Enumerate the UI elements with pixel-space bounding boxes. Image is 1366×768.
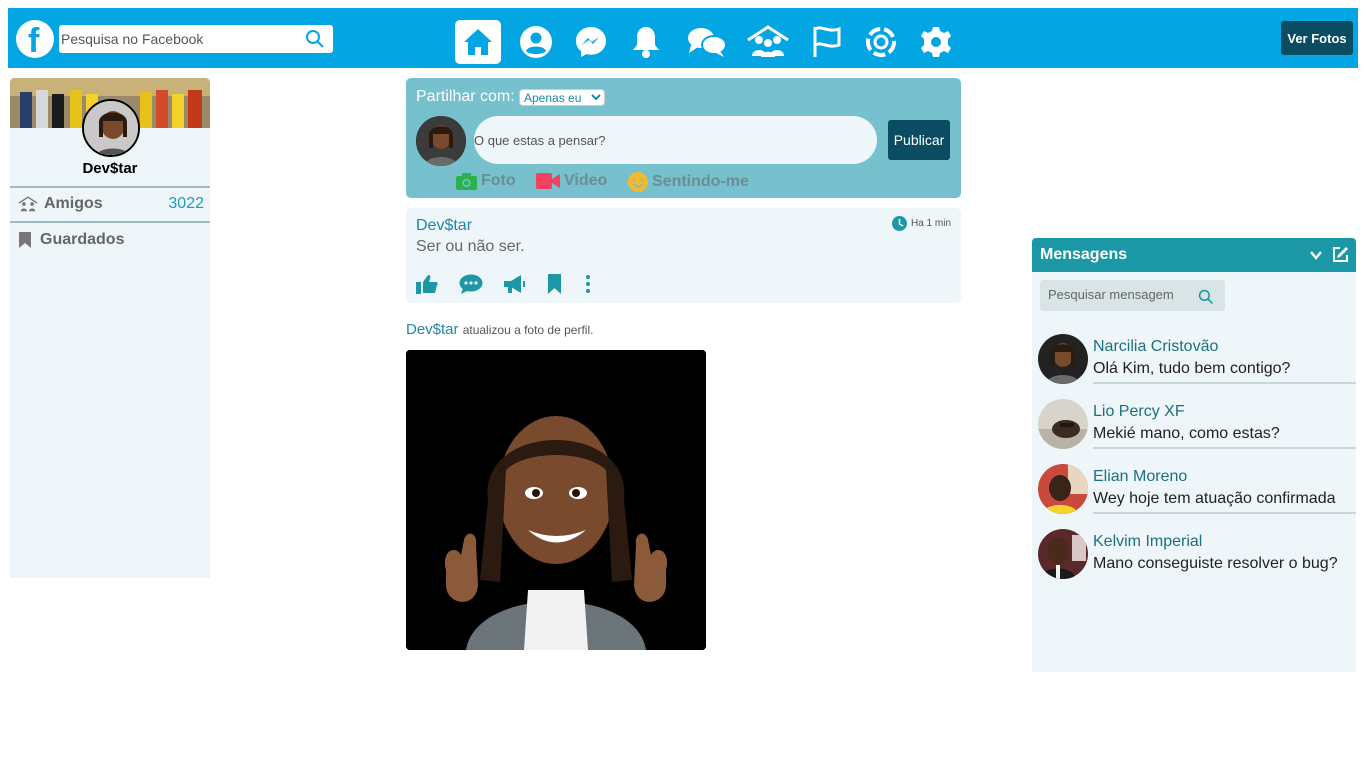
bell-icon[interactable] [623,20,669,64]
flag-icon[interactable] [804,20,850,64]
feeling-label: Sentindo-me [652,173,749,190]
messages-title: Mensagens [1040,246,1128,263]
activity-author[interactable]: Dev$tar [406,321,459,338]
message-preview: Olá Kim, tudo bem contigo? [1093,360,1291,377]
activity-text: atualizou a foto de perfil. [462,323,594,337]
message-divider [1093,382,1356,384]
sidebar-item-guardados[interactable]: Guardados [18,226,208,254]
top-navigation-bar: f Ver [8,8,1358,68]
contact-avatar [1038,464,1088,514]
audience-select[interactable]: Apenas eu [519,89,605,106]
friends-icon[interactable] [745,20,791,64]
facebook-logo-letter: f [28,22,40,60]
photo-label: Foto [481,172,516,189]
share-icon[interactable] [503,274,525,299]
contact-avatar [1038,529,1088,579]
search-input[interactable] [61,28,301,50]
profile-photo-post[interactable] [406,350,706,650]
bookmark-icon[interactable] [547,274,562,299]
home-icon[interactable] [455,20,501,64]
profile-name[interactable]: Dev$tar [10,160,210,177]
contact-name: Kelvim Imperial [1093,533,1203,550]
message-search-box [1040,280,1225,311]
gear-icon[interactable] [913,20,959,64]
facebook-logo[interactable]: f [16,20,54,60]
profile-icon[interactable] [513,20,559,64]
contact-name: Elian Moreno [1093,468,1188,485]
message-search-input[interactable] [1048,287,1193,302]
comment-icon[interactable] [459,274,483,299]
smiley-icon [628,172,652,192]
composer-avatar [416,116,466,166]
like-icon[interactable] [416,274,438,299]
post-author[interactable]: Dev$tar [416,217,472,235]
message-item[interactable]: Lio Percy XF Mekié mano, como estas? [1038,399,1356,459]
message-preview: Mano conseguiste resolver o bug? [1093,555,1338,572]
post-time-text: Ha 1 min [910,218,951,229]
sidebar-divider [10,221,210,223]
feeling-action[interactable]: Sentindo-me [628,172,749,192]
post-text: Ser ou não ser. [416,238,525,255]
bookmark-icon [18,231,32,249]
sidebar-item-label: Guardados [40,231,125,248]
contact-name: Lio Percy XF [1093,403,1185,420]
clock-icon [891,216,911,231]
left-sidebar: Dev$tar Amigos 3022 Guardados [10,78,210,578]
message-preview: Mekié mano, como estas? [1093,425,1280,442]
compose-icon[interactable] [1332,246,1349,263]
search-icon[interactable] [305,29,325,54]
search-icon[interactable] [1198,289,1214,305]
chat-icon[interactable] [684,20,730,64]
contact-avatar [1038,399,1088,449]
message-item[interactable]: Narcilia Cristovão Olá Kim, tudo bem con… [1038,334,1356,394]
sidebar-item-label: Amigos [44,195,103,212]
post-card: Dev$tar Ha 1 min Ser ou não ser. [406,208,961,303]
friends-count: 3022 [168,195,204,212]
message-item[interactable]: Kelvim Imperial Mano conseguiste resolve… [1038,529,1356,589]
messages-panel: Mensagens Narcilia Cristovão Olá Kim, tu… [1032,238,1356,672]
ver-fotos-button[interactable]: Ver Fotos [1281,21,1353,55]
message-divider [1093,447,1356,449]
contact-avatar [1038,334,1088,384]
video-label: Video [564,172,608,189]
camera-icon [456,172,481,190]
post-input[interactable] [474,116,877,164]
more-icon[interactable] [585,274,591,299]
friends-icon [18,195,38,213]
sidebar-divider [10,186,210,188]
chevron-down-icon[interactable] [1309,248,1323,262]
messenger-icon[interactable] [568,20,614,64]
memories-icon[interactable] [858,20,904,64]
publish-button[interactable]: Publicar [888,120,950,160]
messages-header: Mensagens [1032,238,1356,272]
activity-line: Dev$tar atualizou a foto de perfil. [406,321,593,338]
contact-name: Narcilia Cristovão [1093,338,1219,355]
search-box [59,25,333,53]
video-icon [536,173,564,189]
message-divider [1093,512,1356,514]
post-composer: Partilhar com: Apenas eu Publicar Foto V… [406,78,961,198]
profile-avatar[interactable] [82,99,140,157]
message-preview: Wey hoje tem atuação confirmada [1093,490,1336,507]
message-item[interactable]: Elian Moreno Wey hoje tem atuação confir… [1038,464,1356,524]
sidebar-item-amigos[interactable]: Amigos 3022 [18,190,208,218]
post-timestamp: Ha 1 min [891,216,951,231]
share-with-label: Partilhar com: [416,88,515,105]
photo-action[interactable]: Foto [456,172,516,190]
video-action[interactable]: Video [536,172,607,190]
